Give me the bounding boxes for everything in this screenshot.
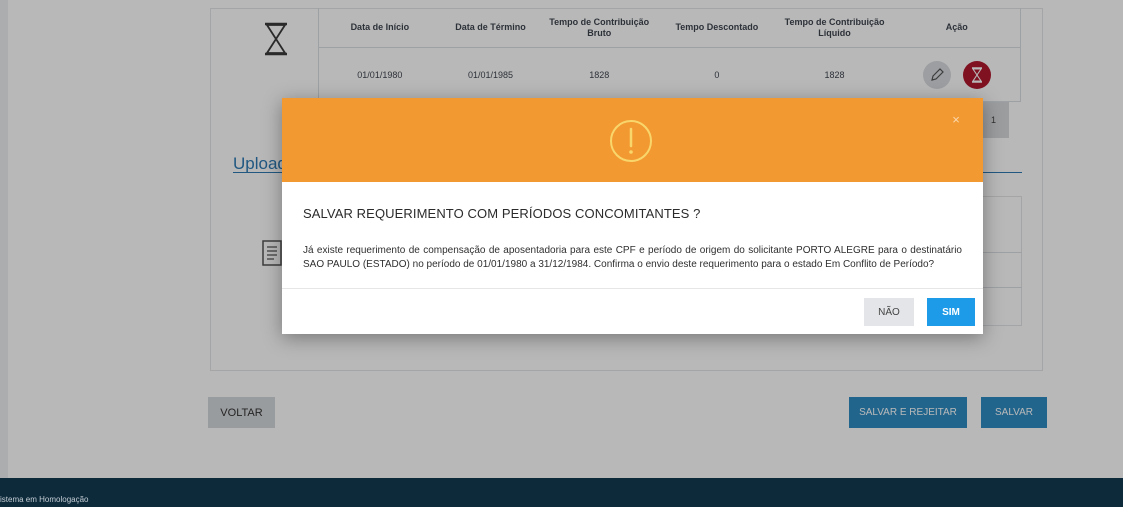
dialog-message: Já existe requerimento de compensação de…: [303, 245, 962, 270]
alert-circle-icon: [610, 120, 652, 162]
no-button[interactable]: NÃO: [864, 298, 914, 326]
dialog-footer-divider: [282, 288, 983, 289]
dialog-header: ×: [282, 98, 983, 182]
close-icon[interactable]: ×: [950, 113, 962, 126]
footer-environment-text: istema em Homologação: [0, 495, 89, 504]
confirmation-dialog: × SALVAR REQUERIMENTO COM PERÍODOS CONCO…: [282, 98, 983, 334]
dialog-title: SALVAR REQUERIMENTO COM PERÍODOS CONCOMI…: [303, 206, 701, 221]
footer-bar: [0, 478, 1123, 507]
yes-button[interactable]: SIM: [927, 298, 975, 326]
